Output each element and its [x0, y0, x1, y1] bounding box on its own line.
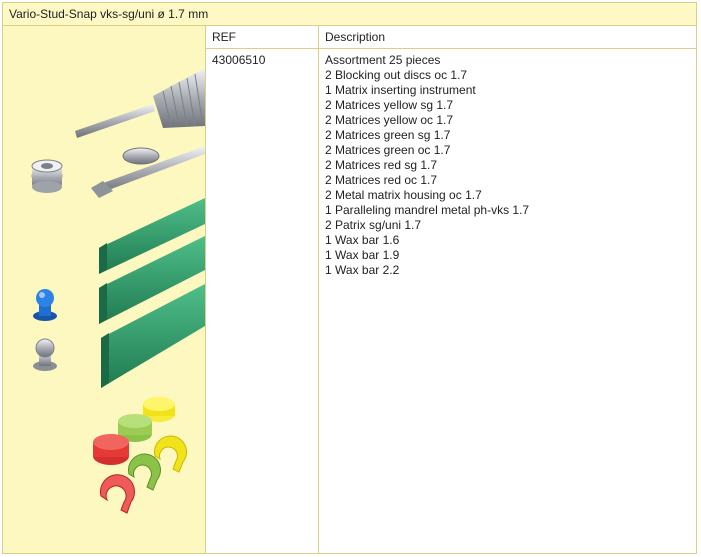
matrices-colored	[93, 397, 187, 514]
product-panel: Vario-Stud-Snap vks-sg/uni ø 1.7 mm REF …	[2, 2, 697, 554]
metal-matrix-housing	[31, 159, 63, 193]
description-cell: Assortment 25 pieces 2 Blocking out disc…	[319, 49, 696, 278]
description-item: Assortment 25 pieces	[325, 53, 441, 67]
description-item: 2 Blocking out discs oc 1.7	[325, 68, 468, 82]
product-title: Vario-Stud-Snap vks-sg/uni ø 1.7 mm	[3, 3, 696, 26]
wax-bars	[99, 198, 205, 388]
description-column: Description Assortment 25 pieces 2 Block…	[319, 26, 696, 553]
description-item: 2 Matrices green sg 1.7	[325, 128, 451, 142]
patrix-blue	[33, 289, 57, 321]
product-table: REF 43006510 Description Assortment 25 p…	[206, 26, 696, 553]
description-header: Description	[319, 26, 696, 49]
ref-column: REF 43006510	[206, 26, 319, 553]
ref-header: REF	[206, 26, 318, 49]
patrix-metal	[33, 338, 57, 371]
description-item: 2 Matrices yellow oc 1.7	[325, 113, 454, 127]
description-item: 2 Patrix sg/uni 1.7	[325, 218, 422, 232]
description-item: 1 Wax bar 1.9	[325, 248, 400, 262]
product-illustration	[31, 68, 205, 514]
description-item: 2 Metal matrix housing oc 1.7	[325, 188, 482, 202]
description-item: 2 Matrices red sg 1.7	[325, 158, 438, 172]
description-list: Assortment 25 pieces 2 Blocking out disc…	[325, 53, 696, 278]
description-item: 1 Paralleling mandrel metal ph-vks 1.7	[325, 203, 530, 217]
description-item: 1 Matrix inserting instrument	[325, 83, 476, 97]
ref-cell: 43006510	[212, 53, 266, 67]
matrix-inserting-instrument	[75, 68, 205, 138]
product-image	[3, 26, 206, 553]
description-item: 2 Matrices yellow sg 1.7	[325, 98, 454, 112]
description-item: 1 Wax bar 1.6	[325, 233, 400, 247]
description-item: 1 Wax bar 2.2	[325, 263, 400, 277]
description-item: 2 Matrices red oc 1.7	[325, 173, 438, 187]
description-item: 2 Matrices green oc 1.7	[325, 143, 451, 157]
paralleling-mandrel	[91, 146, 205, 198]
